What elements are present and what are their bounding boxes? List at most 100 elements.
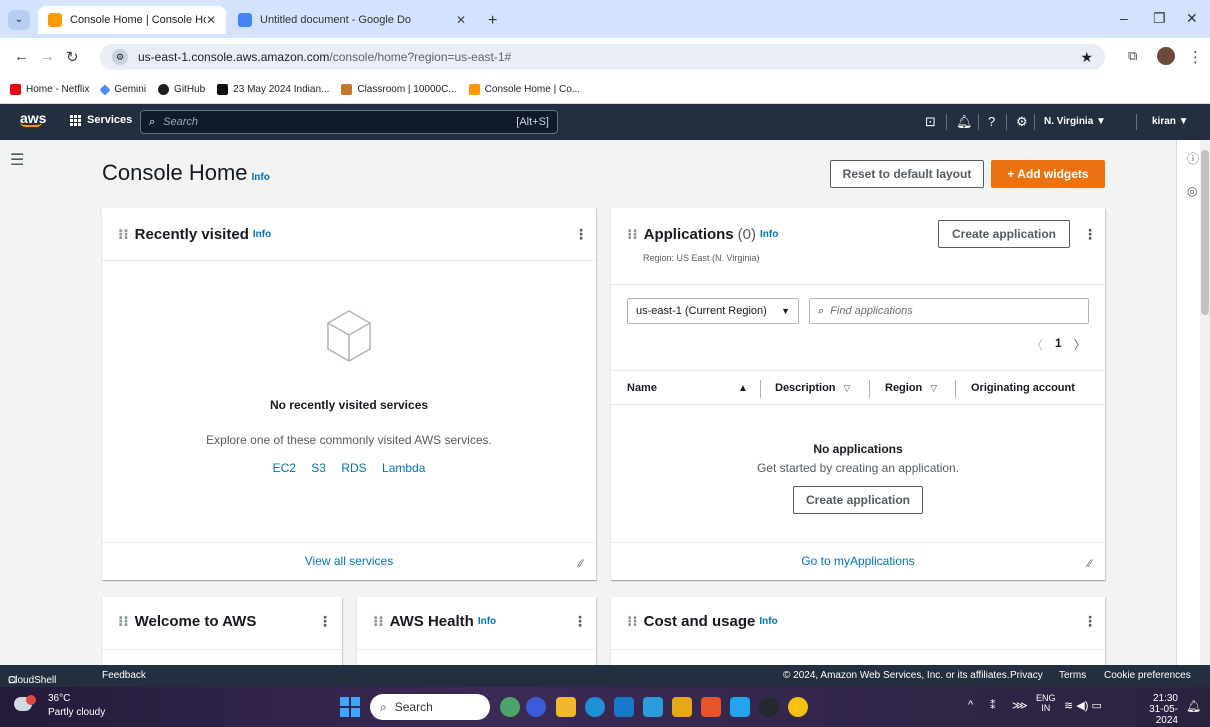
- wifi-volume-battery-icons[interactable]: ≋ ◀) ▭: [1064, 699, 1102, 712]
- tab-google-doc[interactable]: Untitled document - Google Do ✕: [228, 6, 476, 34]
- cookie-preferences-link[interactable]: Cookie preferences: [1104, 670, 1191, 681]
- bookmark-classroom[interactable]: Classroom | 10000C...: [341, 84, 457, 95]
- go-to-myapplications-link[interactable]: Go to myApplications: [611, 554, 1105, 568]
- find-applications-input[interactable]: ⌕ Find applications: [809, 298, 1089, 324]
- widget-actions-icon[interactable]: ⋮: [1083, 613, 1097, 630]
- tab-console-home[interactable]: Console Home | Console Home ✕: [38, 6, 226, 34]
- service-link-rds[interactable]: RDS: [341, 461, 366, 475]
- minimize-icon[interactable]: –: [1120, 10, 1128, 26]
- tray-network-icon[interactable]: ⋙: [1012, 699, 1028, 712]
- page-info-link[interactable]: Info: [252, 172, 270, 183]
- tab-search-button[interactable]: ⌄: [8, 10, 30, 30]
- current-page[interactable]: 1: [1055, 336, 1062, 353]
- extensions-icon[interactable]: ⧉: [1128, 48, 1137, 64]
- region-filter-select[interactable]: us-east-1 (Current Region) ▼: [627, 298, 799, 324]
- next-page-icon[interactable]: 〉: [1074, 336, 1086, 353]
- create-application-empty-button[interactable]: Create application: [793, 486, 923, 514]
- forward-icon[interactable]: →: [40, 48, 55, 65]
- github-desktop-icon[interactable]: [759, 697, 779, 717]
- widget-actions-icon[interactable]: ⋮: [573, 613, 587, 630]
- windows-start-icon[interactable]: [340, 697, 360, 717]
- notification-bell-icon[interactable]: 🔔︎: [1186, 699, 1201, 713]
- drag-handle-icon[interactable]: ⁝⁝: [118, 613, 129, 630]
- column-description[interactable]: Description ▽: [775, 382, 850, 394]
- create-application-button[interactable]: Create application: [938, 220, 1070, 248]
- prev-page-icon[interactable]: 〈: [1031, 336, 1043, 353]
- widget-actions-icon[interactable]: ⋮: [318, 613, 332, 630]
- back-icon[interactable]: ←: [14, 48, 29, 65]
- resize-handle-icon[interactable]: ⁄⁄: [579, 558, 583, 570]
- bookmark-github[interactable]: GitHub: [158, 84, 205, 95]
- info-link[interactable]: Info: [759, 616, 777, 627]
- language-indicator[interactable]: ENG IN: [1036, 693, 1056, 713]
- account-menu[interactable]: kiran ▼: [1152, 116, 1189, 127]
- weather-temperature[interactable]: 36°C: [48, 693, 70, 704]
- edge-browser-icon[interactable]: [585, 697, 605, 717]
- bookmark-news[interactable]: 23 May 2024 Indian...: [217, 84, 329, 95]
- view-all-services-link[interactable]: View all services: [102, 554, 596, 568]
- url-bar[interactable]: ⚙ us-east-1.console.aws.amazon.com /cons…: [100, 44, 1105, 70]
- sort-ascending-icon[interactable]: ▲: [738, 383, 748, 394]
- notifications-bell-icon[interactable]: 🔔︎: [956, 114, 973, 130]
- privacy-link[interactable]: Privacy: [1010, 670, 1043, 681]
- vscode-icon[interactable]: [730, 697, 750, 717]
- cloudshell-icon[interactable]: ⊡: [925, 114, 936, 130]
- aws-search-input[interactable]: ⌕ Search [Alt+S]: [140, 110, 558, 134]
- drag-handle-icon[interactable]: ⁝⁝: [627, 613, 638, 630]
- weather-condition[interactable]: Partly cloudy: [48, 707, 105, 718]
- reset-layout-button[interactable]: Reset to default layout: [830, 160, 984, 188]
- tray-app-icon[interactable]: ⁑: [990, 699, 996, 712]
- info-link[interactable]: Info: [760, 229, 778, 240]
- column-originating-account[interactable]: Originating account: [971, 382, 1075, 394]
- brave-browser-icon[interactable]: [701, 697, 721, 717]
- restore-icon[interactable]: ❐: [1153, 10, 1166, 27]
- info-panel-icon[interactable]: ⓘ: [1187, 150, 1199, 167]
- bookmark-star-icon[interactable]: ★: [1080, 49, 1093, 66]
- region-selector[interactable]: N. Virginia ▼: [1044, 116, 1106, 127]
- scrollbar-thumb[interactable]: [1201, 150, 1209, 315]
- info-link[interactable]: Info: [253, 229, 271, 240]
- reload-icon[interactable]: ↻: [66, 48, 79, 66]
- close-window-icon[interactable]: ✕: [1186, 10, 1198, 27]
- show-hidden-icons-chevron-icon[interactable]: ^: [968, 699, 973, 711]
- services-menu-button[interactable]: Services: [70, 114, 132, 126]
- feedback-panel-icon[interactable]: ◎: [1187, 184, 1197, 198]
- side-nav-menu-icon[interactable]: ☰: [10, 150, 24, 170]
- store-icon[interactable]: [643, 697, 663, 717]
- new-tab-button[interactable]: +: [488, 12, 497, 30]
- taskbar-search[interactable]: ⌕ Search: [370, 694, 490, 720]
- profile-avatar[interactable]: [1157, 47, 1175, 65]
- browser-menu-icon[interactable]: ⋮: [1188, 48, 1203, 66]
- feedback-link[interactable]: Feedback: [102, 670, 146, 681]
- service-link-s3[interactable]: S3: [311, 461, 326, 475]
- drag-handle-icon[interactable]: ⁝⁝: [373, 613, 384, 630]
- close-tab-icon[interactable]: ✕: [456, 13, 466, 27]
- drag-handle-icon[interactable]: ⁝⁝: [627, 226, 638, 243]
- close-tab-icon[interactable]: ✕: [206, 13, 216, 27]
- resize-handle-icon[interactable]: ⁄⁄: [1088, 558, 1092, 570]
- meet-icon[interactable]: [526, 697, 546, 717]
- settings-gear-icon[interactable]: ⚙: [1016, 114, 1028, 130]
- column-region[interactable]: Region ▽: [885, 382, 937, 394]
- service-link-ec2[interactable]: EC2: [273, 461, 296, 475]
- bookmark-netflix[interactable]: Home - Netflix: [10, 84, 89, 95]
- help-icon[interactable]: ?: [988, 114, 995, 129]
- mail-icon[interactable]: [614, 697, 634, 717]
- service-link-lambda[interactable]: Lambda: [382, 461, 425, 475]
- chrome-icon[interactable]: [788, 697, 808, 717]
- column-name[interactable]: Name: [627, 382, 657, 394]
- bookmark-gemini[interactable]: Gemini: [99, 83, 146, 96]
- bookmark-console-home[interactable]: Console Home | Co...: [468, 84, 580, 95]
- widget-actions-icon[interactable]: ⋮: [574, 226, 588, 243]
- info-link[interactable]: Info: [478, 616, 496, 627]
- aws-logo[interactable]: aws: [20, 110, 46, 127]
- add-widgets-button[interactable]: + Add widgets: [991, 160, 1105, 188]
- site-info-icon[interactable]: ⚙: [112, 49, 128, 65]
- folder-icon[interactable]: [672, 697, 692, 717]
- terms-link[interactable]: Terms: [1059, 670, 1086, 681]
- clock[interactable]: 21:30 31-05-2024: [1128, 693, 1178, 726]
- beach-widget-icon[interactable]: [500, 697, 520, 717]
- file-explorer-icon[interactable]: [556, 697, 576, 717]
- widget-actions-icon[interactable]: ⋮: [1083, 226, 1097, 243]
- drag-handle-icon[interactable]: ⁝⁝: [118, 226, 129, 243]
